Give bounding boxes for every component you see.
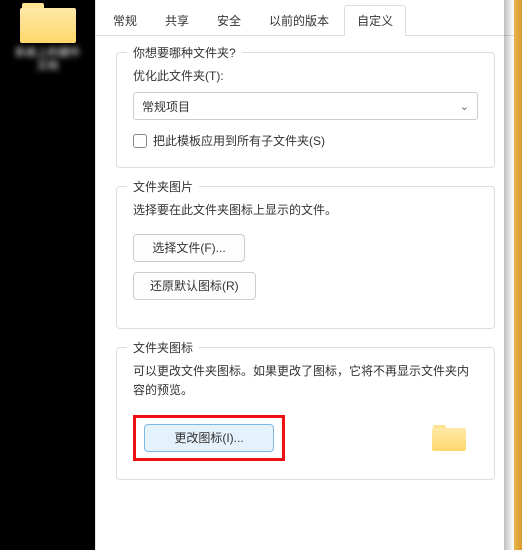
highlight-annotation: 更改图标(I)... [133, 415, 285, 461]
chevron-down-icon: ⌄ [460, 100, 469, 113]
tab-general[interactable]: 常规 [100, 5, 150, 36]
choose-file-button[interactable]: 选择文件(F)... [133, 234, 245, 262]
folder-picture-desc: 选择要在此文件夹图标上显示的文件。 [133, 201, 478, 220]
group-folder-type: 你想要哪种文件夹? 优化此文件夹(T): 常规项目 ⌄ 把此模板应用到所有子文件… [116, 52, 495, 168]
apply-subfolders-row[interactable]: 把此模板应用到所有子文件夹(S) [133, 132, 478, 149]
optimize-select-value: 常规项目 [142, 98, 190, 115]
group-folder-picture: 文件夹图片 选择要在此文件夹图标上显示的文件。 选择文件(F)... 还原默认图… [116, 186, 495, 329]
tab-bar: 常规 共享 安全 以前的版本 自定义 [96, 0, 515, 36]
optimize-label: 优化此文件夹(T): [133, 67, 478, 84]
apply-subfolders-checkbox[interactable] [133, 134, 147, 148]
folder-icon-desc: 可以更改文件夹图标。如果更改了图标，它将不再显示文件夹内容的预览。 [133, 362, 478, 400]
group-folder-type-title: 你想要哪种文件夹? [127, 44, 242, 61]
tab-previous-versions[interactable]: 以前的版本 [256, 5, 342, 36]
desktop-folder-label: 系统上的硬件 文档 [8, 47, 88, 73]
group-folder-picture-title: 文件夹图片 [127, 178, 199, 195]
desktop-area: 系统上的硬件 文档 [0, 0, 95, 550]
folder-icon-preview [432, 425, 466, 451]
tab-content: 你想要哪种文件夹? 优化此文件夹(T): 常规项目 ⌄ 把此模板应用到所有子文件… [96, 36, 515, 514]
optimize-select[interactable]: 常规项目 ⌄ [133, 92, 478, 120]
group-folder-icon-title: 文件夹图标 [127, 339, 199, 356]
change-icon-button[interactable]: 更改图标(I)... [144, 424, 274, 452]
tab-customize[interactable]: 自定义 [344, 5, 406, 36]
tab-security[interactable]: 安全 [204, 5, 254, 36]
apply-subfolders-label: 把此模板应用到所有子文件夹(S) [153, 132, 325, 149]
folder-icon [20, 3, 76, 43]
group-folder-icon: 文件夹图标 可以更改文件夹图标。如果更改了图标，它将不再显示文件夹内容的预览。 … [116, 347, 495, 479]
background-right-edge [514, 0, 522, 550]
desktop-folder-icon[interactable]: 系统上的硬件 文档 [8, 3, 88, 73]
tab-sharing[interactable]: 共享 [152, 5, 202, 36]
properties-dialog: 常规 共享 安全 以前的版本 自定义 你想要哪种文件夹? 优化此文件夹(T): … [95, 0, 515, 550]
restore-default-button[interactable]: 还原默认图标(R) [133, 272, 256, 300]
